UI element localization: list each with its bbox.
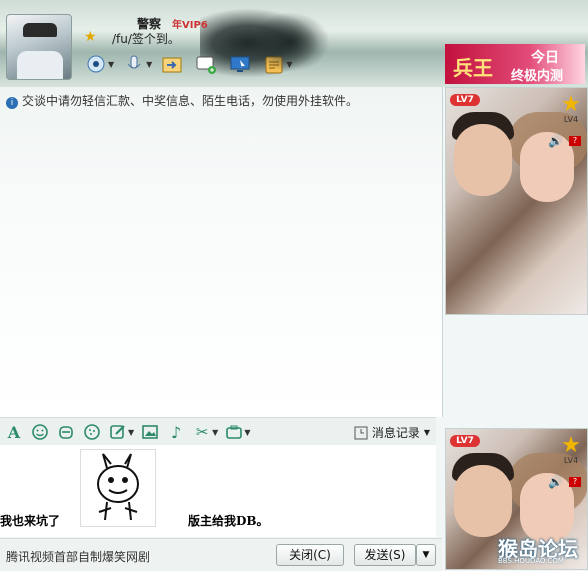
music-icon[interactable]: ♪ — [166, 422, 186, 442]
forum-watermark-url: BBS.HOUDAO.COM — [498, 557, 564, 565]
speaker-icon[interactable]: 🔊 — [548, 134, 563, 148]
remote-assist-icon[interactable] — [226, 52, 254, 78]
chevron-down-icon[interactable]: ▼ — [128, 428, 134, 442]
info-icon: i — [6, 97, 18, 109]
message-history-button[interactable]: 消息记录 ▼ — [354, 424, 430, 441]
format-toolbar: A ▼ ♪ ✂ ▼ ▼ 消息记录 ▼ — [0, 417, 436, 446]
question-badge[interactable]: ? — [569, 477, 581, 487]
chevron-down-icon[interactable]: ▼ — [108, 60, 114, 78]
toolbox-icon[interactable] — [224, 422, 244, 442]
webcam-icon[interactable] — [82, 52, 110, 78]
level-badge: LV7 — [450, 435, 480, 447]
magic-emoji-icon[interactable] — [56, 422, 76, 442]
star-level-icon: ★ LV4 — [559, 435, 583, 465]
buddy-video-panel[interactable]: LV7 ★ LV4 🔊 ? — [445, 87, 588, 315]
news-ticker[interactable]: 腾讯视频首部自制爆笑网剧 — [6, 548, 150, 565]
speaker-icon[interactable]: 🔊 — [548, 475, 563, 489]
notice-text: 交谈中请勿轻信汇款、中奖信息、陌生电话，勿使用外挂软件。 — [22, 94, 359, 108]
screenshot-icon[interactable]: ✂ — [192, 422, 212, 442]
star-level-label: LV4 — [563, 115, 579, 124]
format-icons: A ▼ ♪ ✂ ▼ ▼ — [4, 422, 251, 442]
star-level-icon: ★ LV4 — [559, 94, 583, 124]
chevron-down-icon: ▼ — [423, 428, 430, 437]
avatar-hat — [23, 23, 57, 37]
ad-brand: 兵王 — [453, 56, 493, 80]
chat-toolbar: ▼ ▼ ▼ — [82, 52, 292, 78]
font-icon[interactable]: A — [4, 422, 24, 442]
self-video-panel[interactable]: LV7 ★ LV4 🔊 ? 猴岛论坛 BBS.HOUDAO.COM — [445, 428, 588, 570]
message-text-2: 版主给我DB。 — [188, 514, 269, 528]
person-2-face — [520, 132, 574, 202]
message-text-1: 我也来坑了 — [0, 514, 61, 528]
apps-icon[interactable] — [260, 52, 288, 78]
avatar-shirt — [17, 51, 63, 79]
history-label: 消息记录 — [371, 426, 420, 440]
video-sidebar: LV7 ★ LV4 🔊 ? LV7 ★ LV4 🔊 ? 猴岛论坛 BBS.HOUDA… — [443, 87, 588, 570]
avatar[interactable] — [6, 14, 72, 80]
chevron-down-icon[interactable]: ▼ — [146, 60, 152, 78]
edit-icon[interactable] — [108, 422, 128, 442]
vip-badge[interactable]: 年VIP6 — [172, 16, 208, 31]
chevron-down-icon[interactable]: ▼ — [212, 428, 218, 442]
person-1-face — [454, 465, 512, 537]
level-badge: LV7 — [450, 94, 480, 106]
bottom-bar: 腾讯视频首部自制爆笑网剧 关闭(C) 发送(S) ▼ — [0, 538, 442, 571]
shake-icon[interactable] — [82, 422, 102, 442]
person-1-face — [454, 124, 512, 196]
star-level-label: LV4 — [563, 456, 579, 465]
advertisement-banner[interactable]: 兵王 今日 终极内测 — [445, 44, 585, 84]
chevron-down-icon[interactable]: ▼ — [286, 60, 292, 78]
chevron-down-icon[interactable]: ▼ — [244, 428, 250, 442]
close-button[interactable]: 关闭(C) — [276, 544, 344, 566]
question-badge[interactable]: ? — [569, 136, 581, 146]
send-button[interactable]: 发送(S) — [354, 544, 416, 566]
message-input[interactable]: 我也来坑了 版主给我DB。 — [0, 445, 436, 537]
star-icon[interactable]: ★ — [84, 29, 97, 45]
file-transfer-icon[interactable] — [158, 52, 186, 78]
ad-line1: 今日 — [531, 50, 559, 66]
ad-line2: 终极内测 — [511, 69, 564, 84]
sms-icon[interactable] — [192, 52, 220, 78]
microphone-icon[interactable] — [120, 52, 148, 78]
image-icon[interactable] — [140, 422, 160, 442]
security-notice: i 交谈中请勿轻信汇款、中奖信息、陌生电话，勿使用外挂软件。 — [6, 92, 358, 109]
emoji-icon[interactable] — [30, 422, 50, 442]
message-history[interactable]: i 交谈中请勿轻信汇款、中奖信息、陌生电话，勿使用外挂软件。 — [0, 87, 443, 417]
chat-header: 警察 年VIP6 ★ /fu/签个到。 ▼ ▼ ▼ 兵王 今日 终极内测 — [0, 0, 588, 87]
send-options-chevron-icon[interactable]: ▼ — [416, 544, 436, 566]
history-icon — [354, 426, 368, 439]
signature: /fu/签个到。 — [112, 32, 180, 46]
sticker-image — [80, 449, 156, 527]
